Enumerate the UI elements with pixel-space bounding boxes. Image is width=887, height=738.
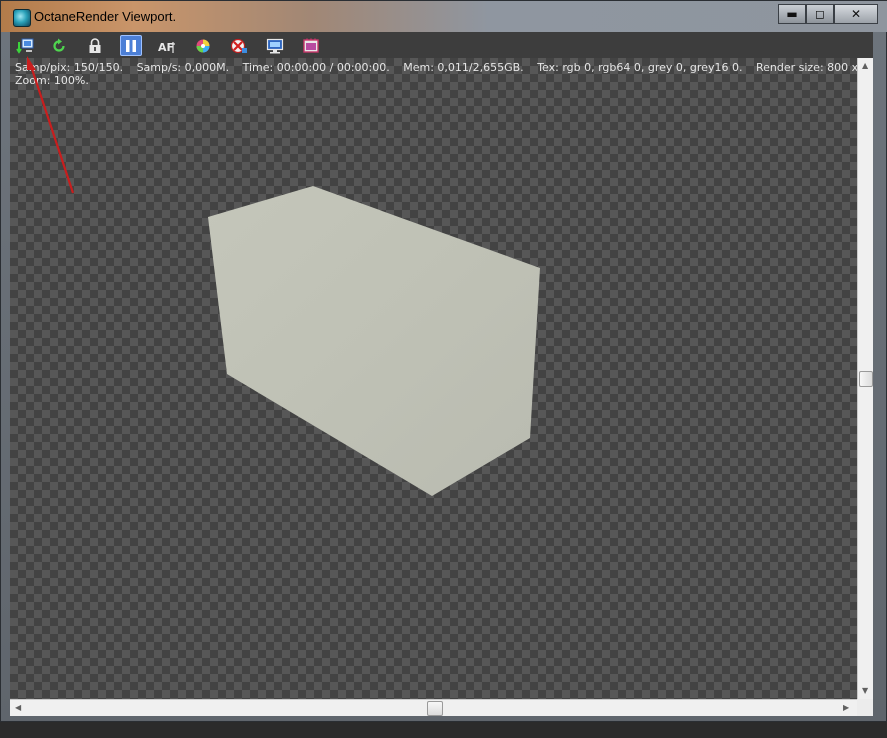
box-face: [208, 186, 540, 496]
viewport-toolbar: AF: [10, 32, 873, 58]
close-button[interactable]: ✕: [834, 4, 878, 24]
scroll-left-arrow-icon[interactable]: ◀: [15, 703, 21, 712]
maximize-button[interactable]: ◻: [806, 4, 834, 24]
af-focus-button[interactable]: AF: [156, 35, 178, 56]
minimize-button[interactable]: ▬: [778, 4, 806, 24]
window-title: OctaneRender Viewport.: [34, 9, 177, 24]
lock-icon: [89, 37, 101, 53]
color-picker-button[interactable]: [192, 35, 214, 56]
svg-text:AF: AF: [158, 41, 174, 54]
pause-render-icon: [126, 39, 136, 52]
vertical-scroll-thumb[interactable]: [859, 371, 873, 387]
title-bar[interactable]: OctaneRender Viewport. ▬ ◻ ✕: [1, 1, 887, 32]
clear-render-button[interactable]: [228, 35, 250, 56]
scroll-right-arrow-icon[interactable]: ▶: [843, 703, 849, 712]
octane-viewport-window: OctaneRender Viewport. ▬ ◻ ✕ AF Samp/pix…: [0, 0, 887, 722]
settings-button[interactable]: [300, 35, 322, 56]
scrollbar-corner: [857, 699, 873, 716]
region-render-icon: [266, 38, 284, 53]
scroll-down-arrow-icon[interactable]: ▼: [862, 686, 868, 695]
render-viewport[interactable]: Samp/pix: 150/150. Samp/s: 0,000M. Time:…: [10, 58, 857, 699]
color-picker-icon: [196, 39, 210, 52]
region-render-button[interactable]: [264, 35, 286, 56]
horizontal-scroll-thumb[interactable]: [427, 701, 443, 716]
restart-render-button[interactable]: [48, 35, 70, 56]
scroll-up-arrow-icon[interactable]: ▲: [862, 61, 868, 70]
octane-app-icon: [13, 9, 31, 27]
horizontal-scrollbar[interactable]: ◀ ▶: [10, 699, 857, 716]
restart-render-icon: [53, 38, 65, 52]
pause-render-button[interactable]: [120, 35, 142, 56]
lock-button[interactable]: [84, 35, 106, 56]
vertical-scrollbar[interactable]: ▲ ▼: [857, 58, 873, 699]
rendered-box: [208, 186, 540, 496]
send-scene-button[interactable]: [14, 35, 36, 56]
settings-icon: [303, 38, 319, 53]
send-scene-icon: [16, 38, 34, 54]
af-focus-icon: AF: [158, 41, 175, 54]
clear-render-icon: [230, 38, 247, 53]
